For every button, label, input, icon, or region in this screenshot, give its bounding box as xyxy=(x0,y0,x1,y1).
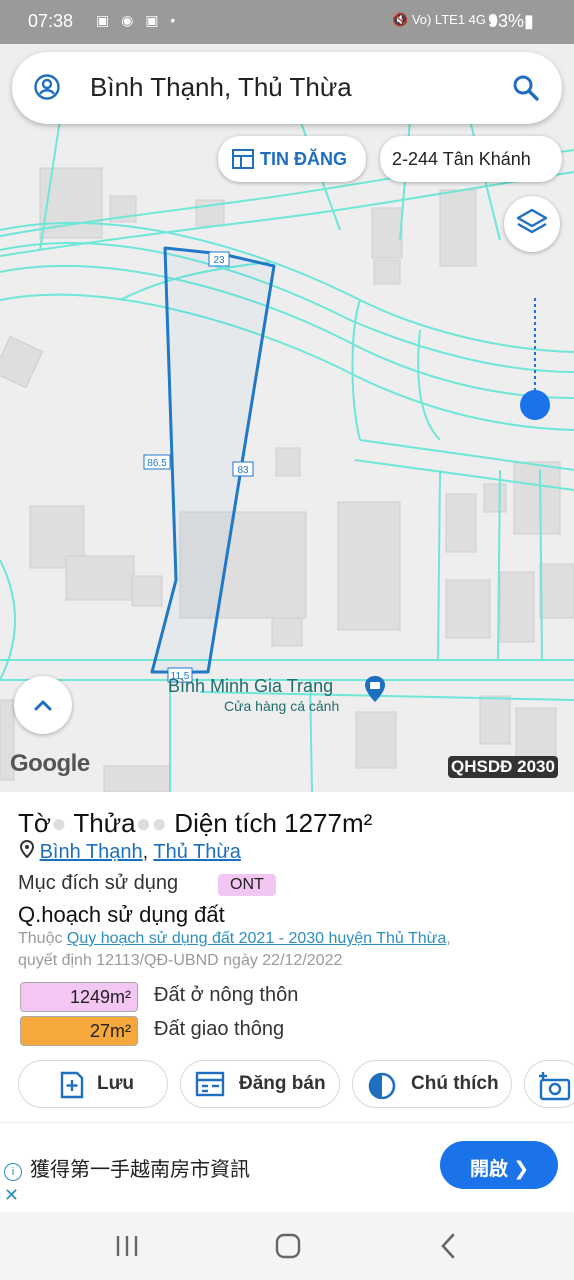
network-indicator: 🔇 Vo) LTE1 4G ▮ xyxy=(392,12,497,27)
listings-chip[interactable]: TIN ĐĂNG xyxy=(218,136,366,182)
land-use-label-traffic: Đất giao thông xyxy=(154,1018,285,1040)
purpose-label: Mục đích sử dụng xyxy=(18,872,179,894)
district-link[interactable]: Thủ Thừa xyxy=(153,841,241,863)
back-icon[interactable] xyxy=(438,1232,458,1260)
chevron-up-icon xyxy=(34,700,52,711)
ad-open-button[interactable]: 開啟 ❯ xyxy=(440,1141,558,1189)
parcel-info-panel: Tờ● Thửa●● Diện tích 1277m² Bình Thạnh, … xyxy=(0,792,574,1122)
plan-heading: Q.hoạch sử dụng đất xyxy=(18,902,225,927)
listing-icon xyxy=(232,149,254,169)
edge-label-top: 23 xyxy=(213,255,225,266)
add-photo-button[interactable] xyxy=(524,1060,574,1108)
layers-icon xyxy=(516,208,548,234)
ad-banner[interactable]: i ✕ 獲得第一手越南房市資訊 開啟 ❯ xyxy=(0,1122,574,1213)
status-bar: 07:38 ▣ ◉ ▣ • 🔇 Vo) LTE1 4G ▮ 93%▮ xyxy=(0,0,574,44)
search-bar[interactable]: Bình Thạnh, Thủ Thừa xyxy=(12,52,562,124)
plan-link[interactable]: Quy hoạch sử dụng đất 2021 - 2030 huyện … xyxy=(67,930,446,947)
location-pin-icon xyxy=(19,839,35,859)
poi-name[interactable]: Bình Minh Gia Trang xyxy=(168,676,333,697)
ad-info-icon[interactable]: i xyxy=(4,1163,22,1181)
purpose-code-badge: ONT xyxy=(218,874,276,896)
edge-label-right: 83 xyxy=(237,465,249,476)
edge-label-left: 86.5 xyxy=(147,458,167,469)
listings-chip-label: TIN ĐĂNG xyxy=(260,149,347,169)
add-photo-icon xyxy=(539,1072,571,1101)
search-query[interactable]: Bình Thạnh, Thủ Thừa xyxy=(90,72,352,103)
google-logo: Google xyxy=(10,750,90,777)
land-use-bar-traffic: 27m² xyxy=(20,1016,138,1046)
parcel-title: Tờ● Thửa●● Diện tích 1277m² xyxy=(18,808,373,838)
battery-level: 93%▮ xyxy=(488,11,534,31)
home-icon[interactable] xyxy=(274,1232,302,1260)
notification-icons: ▣ ◉ ▣ • xyxy=(96,12,180,28)
legend-label: Chú thích xyxy=(411,1073,499,1094)
parcel-location: Bình Thạnh, Thủ Thừa xyxy=(19,839,241,864)
contrast-icon xyxy=(368,1072,396,1100)
address-chip-label: 2-244 Tân Khánh xyxy=(392,149,531,169)
save-button[interactable]: Lưu xyxy=(18,1060,168,1108)
poi-type: Cửa hàng cá cảnh xyxy=(224,698,340,714)
search-icon[interactable] xyxy=(512,74,540,102)
ad-open-label: 開啟 ❯ xyxy=(470,1159,530,1180)
recent-apps-icon[interactable] xyxy=(114,1234,140,1258)
post-sale-button[interactable]: Đăng bán xyxy=(180,1060,340,1108)
status-time: 07:38 xyxy=(28,11,74,31)
layers-button[interactable] xyxy=(504,196,560,252)
profile-icon[interactable] xyxy=(34,74,60,100)
ad-text: 獲得第一手越南房市資訊 xyxy=(30,1159,250,1181)
save-label: Lưu xyxy=(97,1073,134,1094)
legend-button[interactable]: Chú thích xyxy=(352,1060,512,1108)
ad-close-icon[interactable]: ✕ xyxy=(4,1185,19,1206)
add-bookmark-icon xyxy=(60,1071,84,1099)
system-nav-bar xyxy=(0,1212,574,1280)
expand-panel-button[interactable] xyxy=(14,676,72,734)
plan-layer-badge: QHSDĐ 2030 xyxy=(448,756,558,778)
land-use-bar-residential: 1249m² xyxy=(20,982,138,1012)
shop-pin-icon[interactable] xyxy=(364,674,386,714)
plan-decision: quyết định 12113/QĐ-UBND ngày 22/12/2022 xyxy=(18,952,343,969)
commune-link[interactable]: Bình Thạnh xyxy=(40,841,143,863)
address-chip[interactable]: 2-244 Tân Khánh xyxy=(380,136,562,182)
plan-source: Thuộc Quy hoạch sử dụng đất 2021 - 2030 … xyxy=(18,930,451,947)
parcel-area: 1277m² xyxy=(284,808,373,838)
opacity-slider-handle[interactable] xyxy=(520,390,550,420)
land-use-label-residential: Đất ở nông thôn xyxy=(154,984,299,1006)
post-sale-label: Đăng bán xyxy=(239,1073,326,1094)
listing-icon xyxy=(195,1071,225,1097)
